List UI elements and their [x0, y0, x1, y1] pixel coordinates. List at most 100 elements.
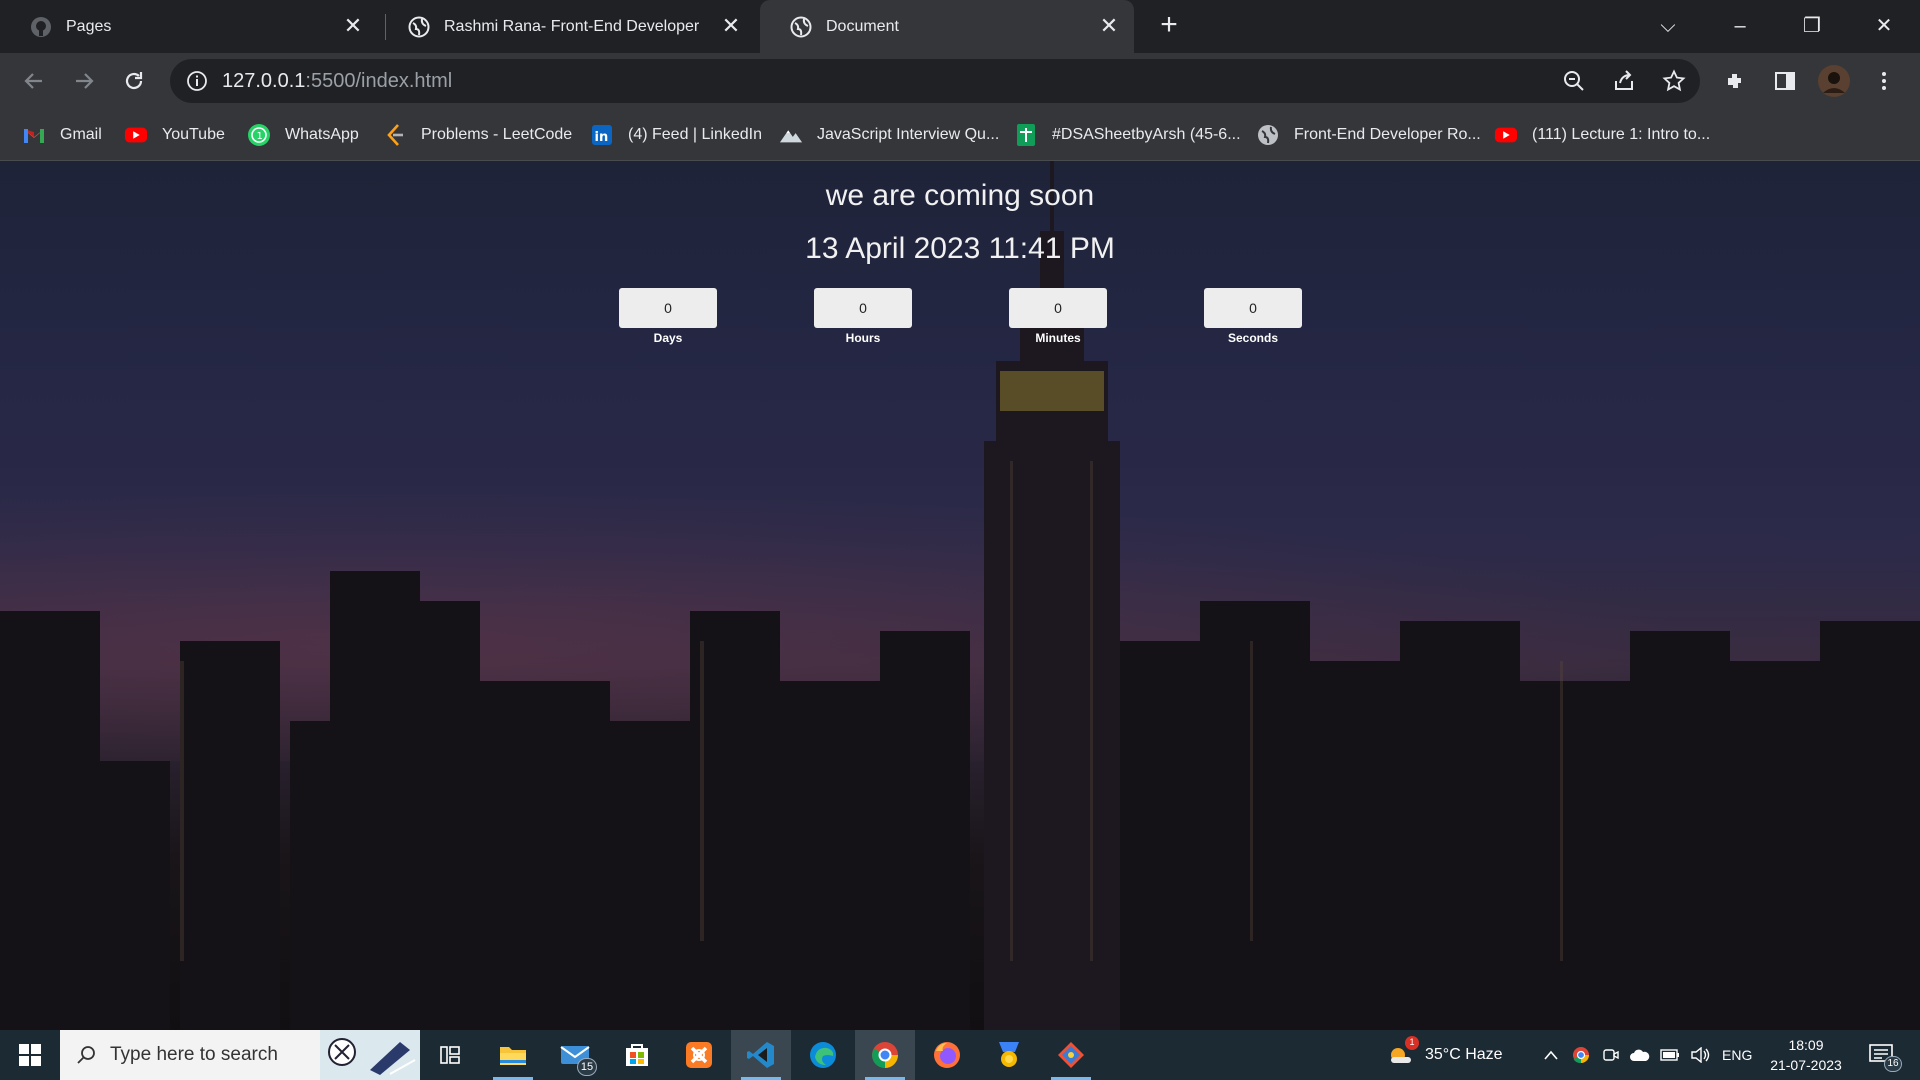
- bookmark-label: WhatsApp: [285, 126, 359, 143]
- bookmark-label: (4) Feed | LinkedIn: [628, 126, 763, 143]
- close-icon[interactable]: ✕: [720, 15, 742, 37]
- bookmark-label: YouTube: [162, 126, 225, 143]
- vscode-icon[interactable]: [731, 1030, 791, 1080]
- leetcode-icon: [383, 123, 407, 147]
- youtube-icon: [124, 123, 148, 147]
- tab-document[interactable]: Document ✕: [760, 0, 1134, 53]
- info-icon[interactable]: [186, 70, 208, 92]
- bookmark-label: Gmail: [60, 126, 102, 143]
- microsoft-store-icon[interactable]: [607, 1030, 667, 1080]
- menu-kebab-icon[interactable]: [1868, 65, 1900, 97]
- weather-badge: 1: [1405, 1036, 1419, 1050]
- tab-search-icon[interactable]: ⌵: [1648, 10, 1688, 42]
- bookmark-gmail[interactable]: Gmail: [22, 121, 102, 149]
- git-app-icon[interactable]: [1041, 1030, 1101, 1080]
- meet-now-icon[interactable]: [1601, 1045, 1621, 1065]
- restore-icon[interactable]: ❐: [1792, 10, 1832, 42]
- notification-badge: 16: [1884, 1056, 1902, 1072]
- chevron-up-icon[interactable]: [1541, 1045, 1561, 1065]
- tab-title: Pages: [66, 17, 112, 35]
- counter-value: 0: [814, 288, 912, 328]
- tab-portfolio[interactable]: Rashmi Rana- Front-End Developer ✕: [378, 0, 756, 53]
- bookmark-label: Front-End Developer Ro...: [1294, 126, 1481, 143]
- weather-text[interactable]: 35°C Haze: [1425, 1030, 1503, 1080]
- counter-seconds: 0 Seconds: [1204, 288, 1302, 345]
- close-icon[interactable]: ✕: [342, 15, 364, 37]
- tab-pages[interactable]: Pages ✕: [0, 0, 378, 53]
- bookmark-label: Problems - LeetCode: [421, 126, 573, 143]
- bookmark-star-icon[interactable]: [1662, 69, 1686, 93]
- counter-label: Hours: [845, 331, 881, 345]
- tab-title: Document: [826, 17, 899, 35]
- counter-hours: 0 Hours: [814, 288, 912, 345]
- xampp-icon[interactable]: [669, 1030, 729, 1080]
- edge-icon[interactable]: [793, 1030, 853, 1080]
- counter-value: 0: [619, 288, 717, 328]
- counter-label: Days: [653, 331, 683, 345]
- search-placeholder: Type here to search: [110, 1044, 278, 1065]
- zoom-icon[interactable]: [1562, 69, 1586, 93]
- globe-icon: [790, 16, 812, 38]
- gmail-icon: [22, 123, 46, 147]
- city-skyline-background: [0, 161, 1920, 1030]
- back-icon[interactable]: [18, 65, 50, 97]
- youtube-icon: [1494, 123, 1518, 147]
- share-icon[interactable]: [1612, 69, 1636, 93]
- mail-icon[interactable]: 15: [545, 1030, 605, 1080]
- bookmark-label: (111) Lecture 1: Intro to...: [1532, 126, 1711, 143]
- reload-icon[interactable]: [118, 65, 150, 97]
- bookmark-lecture[interactable]: (111) Lecture 1: Intro to...: [1494, 121, 1710, 149]
- weather-icon[interactable]: 1: [1385, 1036, 1419, 1070]
- counter-label: Minutes: [1035, 331, 1081, 345]
- volume-icon[interactable]: [1690, 1045, 1710, 1065]
- launch-date: 13 April 2023 11:41 PM: [805, 232, 1115, 265]
- side-panel-icon[interactable]: [1769, 65, 1801, 97]
- file-explorer-icon[interactable]: [483, 1030, 543, 1080]
- chrome-icon[interactable]: [855, 1030, 915, 1080]
- counter-label: Seconds: [1227, 331, 1278, 345]
- clock-date: 21-07-2023: [1770, 1057, 1842, 1073]
- onedrive-icon[interactable]: [1630, 1045, 1650, 1065]
- tab-title: Rashmi Rana- Front-End Developer: [444, 17, 700, 35]
- minimize-icon[interactable]: –: [1720, 10, 1760, 42]
- extensions-icon[interactable]: [1720, 65, 1752, 97]
- bookmark-whatsapp[interactable]: 1 WhatsApp: [247, 121, 359, 149]
- new-tab-button[interactable]: +: [1154, 10, 1184, 41]
- github-icon: [30, 16, 52, 38]
- bookmark-linkedin[interactable]: in (4) Feed | LinkedIn: [590, 121, 762, 149]
- sheets-icon: [1014, 123, 1038, 147]
- chrome-tray-icon[interactable]: [1571, 1045, 1591, 1065]
- search-highlight-art: [320, 1030, 420, 1080]
- tab-strip: Pages ✕ Rashmi Rana- Front-End Developer…: [0, 0, 1920, 53]
- windows-start-icon[interactable]: [0, 1030, 60, 1080]
- linkedin-icon: in: [590, 123, 614, 147]
- medal-app-icon[interactable]: [979, 1030, 1039, 1080]
- task-view-icon[interactable]: [420, 1030, 480, 1080]
- taskbar-search-box[interactable]: Type here to search: [60, 1030, 420, 1080]
- system-clock[interactable]: 18:09 21-07-2023: [1768, 1035, 1844, 1075]
- battery-icon[interactable]: [1660, 1045, 1680, 1065]
- mountain-icon: [779, 123, 803, 147]
- bookmark-js-interview[interactable]: JavaScript Interview Qu...: [779, 121, 999, 149]
- windows-taskbar: Type here to search 15 1 35°C Haze ENG 1…: [0, 1030, 1920, 1080]
- url-text[interactable]: 127.0.0.1:5500/index.html: [222, 70, 452, 93]
- search-icon: [76, 1045, 96, 1065]
- bookmark-leetcode[interactable]: Problems - LeetCode: [383, 121, 572, 149]
- bookmark-youtube[interactable]: YouTube: [124, 121, 225, 149]
- language-indicator[interactable]: ENG: [1722, 1030, 1752, 1080]
- browser-toolbar: 127.0.0.1:5500/index.html: [0, 53, 1920, 109]
- bookmark-roadmap[interactable]: Front-End Developer Ro...: [1256, 121, 1481, 149]
- clock-time: 18:09: [1788, 1037, 1824, 1053]
- notifications-icon[interactable]: 16: [1866, 1040, 1902, 1072]
- forward-icon[interactable]: [68, 65, 100, 97]
- avatar[interactable]: [1818, 65, 1850, 97]
- close-icon[interactable]: ✕: [1098, 15, 1120, 37]
- address-bar[interactable]: 127.0.0.1:5500/index.html: [170, 59, 1700, 103]
- firefox-icon[interactable]: [917, 1030, 977, 1080]
- svg-text:1: 1: [257, 131, 263, 142]
- close-window-icon[interactable]: ✕: [1864, 10, 1904, 42]
- counter-value: 0: [1204, 288, 1302, 328]
- mail-badge: 15: [577, 1058, 597, 1076]
- bookmark-dsa-sheet[interactable]: #DSASheetbyArsh (45-6...: [1014, 121, 1241, 149]
- coming-soon-heading: we are coming soon: [825, 179, 1095, 212]
